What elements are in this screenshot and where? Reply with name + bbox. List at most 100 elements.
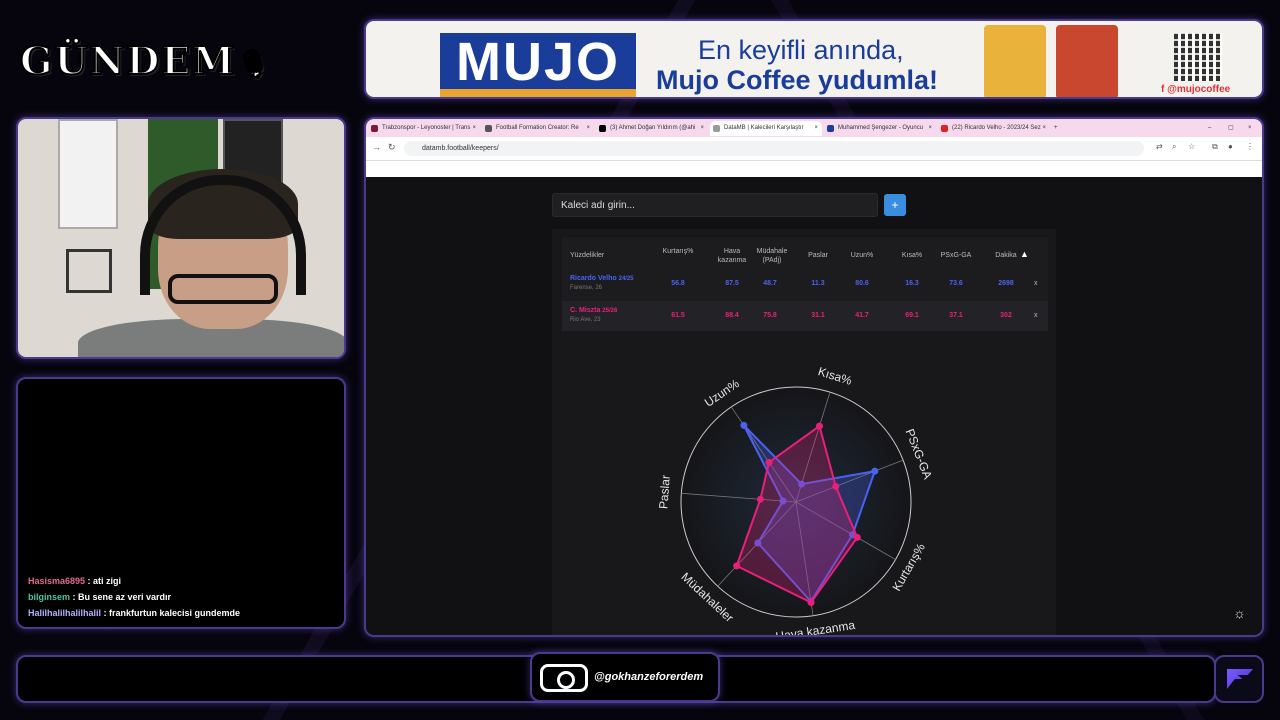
translate-icon[interactable]: ⇄ xyxy=(1156,142,1163,151)
tab-title: (22) Ricardo Velho - 2023/24 Sez xyxy=(952,125,1041,131)
url-field[interactable]: datamb.football/keepers/ xyxy=(404,141,1144,156)
zoom-icon[interactable]: ⌕ xyxy=(1172,142,1176,152)
new-tab-icon[interactable]: + xyxy=(1054,121,1070,136)
stream-logo: GÜNDEM🎙 xyxy=(19,37,272,84)
table-cell: 302 xyxy=(1000,312,1012,319)
browser-tab[interactable]: (3) Ahmet Doğan Yıldırım (@ahi × xyxy=(596,121,708,136)
table-cell: 87.5 xyxy=(725,280,739,287)
favicon-icon xyxy=(713,125,720,132)
column-header: Kurtarış% xyxy=(662,248,694,255)
chat-text: : Bu sene az veri vardır xyxy=(70,592,172,602)
table-cell: 61.5 xyxy=(671,312,685,319)
radar-point xyxy=(765,458,773,466)
theme-toggle-icon[interactable]: ☼ xyxy=(1233,605,1246,621)
radar-point xyxy=(740,421,748,429)
favicon-icon xyxy=(371,125,378,132)
table-cell: 73.6 xyxy=(949,280,963,287)
chat-username: Halilhalilhalilhalil xyxy=(28,608,102,618)
table-cell: 16.3 xyxy=(905,280,919,287)
player-name[interactable]: Ricardo Velho 24/25 xyxy=(570,275,634,282)
radar-axis-label: Kısa% xyxy=(816,364,854,388)
profile-icon[interactable]: ● xyxy=(1228,142,1233,151)
table-cell: 80.6 xyxy=(855,280,869,287)
favicon-icon xyxy=(827,125,834,132)
column-header: Kısa% xyxy=(901,252,923,259)
minimize-icon[interactable]: – xyxy=(1208,121,1220,136)
chat-username: bilginsem xyxy=(28,592,71,602)
close-tab-icon[interactable]: × xyxy=(700,121,704,136)
favicon-icon xyxy=(941,125,948,132)
close-tab-icon[interactable]: × xyxy=(472,121,476,136)
close-window-icon[interactable]: × xyxy=(1248,121,1260,136)
table-cell: 75.8 xyxy=(763,312,777,319)
table-row: Ricardo Velho 24/25 Farense, 26 56.8 87.5 48… xyxy=(562,269,1048,299)
table-cell: 2698 xyxy=(998,280,1014,287)
maximize-icon[interactable]: ▢ xyxy=(1228,121,1240,136)
remove-player-button[interactable]: x xyxy=(1034,280,1038,287)
column-header: Müdahale (PAdj) xyxy=(756,248,788,264)
chat-message: bilginsem : Bu sene az veri vardır xyxy=(28,589,240,605)
table-cell: 69.1 xyxy=(905,312,919,319)
chat-text: : frankfurtun kalecisi gundemde xyxy=(101,608,241,618)
favicon-icon xyxy=(485,125,492,132)
keeper-search-input[interactable]: Kaleci adı girin... xyxy=(552,193,878,217)
radar-axis-label: Hava kazanma xyxy=(775,618,857,637)
instagram-badge: @gokhanzeforerdem xyxy=(530,652,720,702)
extensions-icon[interactable]: ⧉ xyxy=(1212,142,1218,152)
mujo-logo: MUJO xyxy=(440,33,636,97)
back-icon[interactable]: → xyxy=(372,142,381,152)
table-row: C. Miszta 25/26 Rio Ave, 23 61.5 88.4 75.8 31… xyxy=(562,301,1048,331)
browser-tab[interactable]: Trabzonspor - Leyonoster | Trans × xyxy=(368,121,480,136)
radar-chart: Kısa%PSxG-GAKurtarış%Hava kazanmaMüdahal… xyxy=(656,364,935,637)
menu-icon[interactable]: ⋮ xyxy=(1246,142,1254,151)
table-cell: 11.3 xyxy=(811,280,825,287)
tab-bar: Trabzonspor - Leyonoster | Trans × Footbal… xyxy=(366,119,1262,137)
close-tab-icon[interactable]: × xyxy=(928,121,932,136)
table-cell: 48.7 xyxy=(763,280,777,287)
ad-headline-2: Mujo Coffee yudumla! xyxy=(656,65,938,95)
webcam-feed xyxy=(16,117,346,359)
chat-messages: Hasisma6895 : ati zigi bilginsem : Bu sen… xyxy=(28,573,240,621)
column-header: PSxG-GA xyxy=(940,252,972,259)
table-cell: 88.4 xyxy=(725,312,739,319)
coffee-pack-image xyxy=(1056,25,1118,97)
bookmark-icon[interactable]: ☆ xyxy=(1188,142,1195,151)
close-tab-icon[interactable]: × xyxy=(1042,121,1046,136)
browser-tab[interactable]: (22) Ricardo Velho - 2023/24 Sez × xyxy=(938,121,1050,136)
ad-social-handle: f @mujocoffee xyxy=(1161,84,1231,95)
table-cell: 37.1 xyxy=(949,312,963,319)
radar-point xyxy=(871,467,879,475)
chat-username: Hasisma6895 xyxy=(28,576,86,586)
coffee-pack-image xyxy=(984,25,1046,97)
browser-window: Trabzonspor - Leyonoster | Trans × Footbal… xyxy=(364,117,1264,637)
app-page: Kaleci adı girin... + Yüzdelikler Kurtarı… xyxy=(366,177,1262,635)
browser-tab[interactable]: Muhammed Şengezer - Oyuncu × xyxy=(824,121,936,136)
remove-player-button[interactable]: x xyxy=(1034,312,1038,319)
radar-point xyxy=(807,599,815,607)
radar-point xyxy=(756,495,764,503)
chat-text: : ati zigi xyxy=(85,576,122,586)
radar-point xyxy=(815,422,823,430)
column-header: Paslar xyxy=(808,252,828,259)
browser-tab[interactable]: Football Formation Creator: Re × xyxy=(482,121,594,136)
player-name[interactable]: C. Miszta 25/26 xyxy=(570,307,617,314)
browser-tab[interactable]: DataMB | Kalecileri Karşılaştır × xyxy=(710,121,822,136)
percentile-table: Yüzdelikler Kurtarış% Hava kazanma Müdahale… xyxy=(562,237,1048,331)
column-header: Uzun% xyxy=(850,252,874,259)
add-keeper-button[interactable]: + xyxy=(884,194,906,216)
radar-axis-label: Paslar xyxy=(656,475,673,510)
player-club: Rio Ave, 23 xyxy=(570,317,601,323)
reload-icon[interactable]: ↻ xyxy=(388,142,396,153)
ad-headline-1: En keyifli anında, xyxy=(698,35,904,65)
close-tab-icon[interactable]: × xyxy=(814,121,818,136)
chat-panel: Hasisma6895 : ati zigi bilginsem : Bu sen… xyxy=(16,377,346,629)
chat-message: Hasisma6895 : ati zigi xyxy=(28,573,240,589)
channel-logo-icon xyxy=(1214,655,1264,703)
table-cell: 31.1 xyxy=(811,312,825,319)
radar-point xyxy=(853,533,861,541)
address-bar: → ↻ datamb.football/keepers/ ⇄ ⌕ ☆ ⧉ ● ⋮ xyxy=(366,137,1262,161)
tab-title: Football Formation Creator: Re xyxy=(496,125,579,131)
tab-title: Trabzonspor - Leyonoster | Trans xyxy=(382,125,471,131)
close-tab-icon[interactable]: × xyxy=(586,121,590,136)
table-cell: 41.7 xyxy=(855,312,869,319)
